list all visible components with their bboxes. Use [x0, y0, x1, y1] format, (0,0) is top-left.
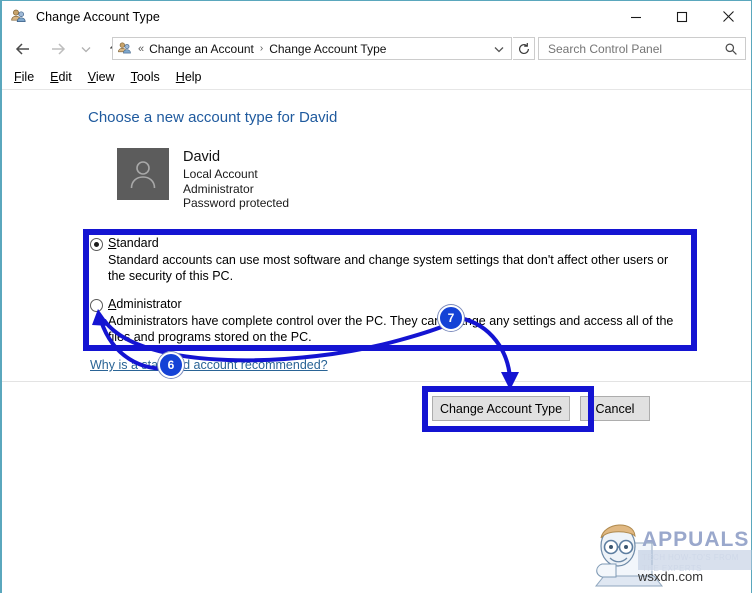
- change-account-type-button[interactable]: Change Account Type: [432, 396, 570, 421]
- forward-arrow-icon: [46, 37, 70, 61]
- standard-label-rest: tandard: [116, 236, 159, 250]
- user-summary: David Local Account Administrator Passwo…: [117, 148, 289, 211]
- menu-item-edit[interactable]: Edit: [42, 66, 80, 88]
- navigation-bar: « Change an Account › Change Account Typ…: [2, 32, 751, 65]
- close-button[interactable]: [705, 1, 751, 32]
- refresh-icon[interactable]: [513, 37, 535, 60]
- user-account-role: Administrator: [183, 181, 254, 196]
- menu-edit-rest: dit: [58, 70, 72, 84]
- menu-item-file[interactable]: File: [6, 66, 42, 88]
- breadcrumb-item-change-account-type[interactable]: Change Account Type: [269, 42, 386, 56]
- menu-edit-accesskey: E: [50, 70, 59, 84]
- title-bar: Change Account Type: [2, 1, 751, 32]
- menu-file-accesskey: F: [14, 70, 22, 84]
- menu-help-rest: elp: [184, 70, 202, 84]
- administrator-label: Administrator: [108, 297, 182, 312]
- cancel-button[interactable]: Cancel: [580, 396, 650, 421]
- search-box[interactable]: [538, 37, 746, 60]
- footer-divider: [2, 381, 751, 382]
- option-standard[interactable]: Standard Standard accounts can use most …: [90, 236, 688, 284]
- breadcrumb-separator[interactable]: ›: [260, 43, 263, 54]
- administrator-label-rest: dministrator: [116, 297, 182, 311]
- administrator-radio-button[interactable]: [90, 299, 103, 312]
- page-title: Choose a new account type for David: [88, 109, 338, 126]
- menu-view-accesskey: V: [87, 70, 96, 84]
- administrator-description: Administrators have complete control ove…: [108, 314, 674, 344]
- address-bar[interactable]: « Change an Account › Change Account Typ…: [112, 37, 512, 60]
- user-account-kind: Local Account: [183, 167, 258, 181]
- menu-view-rest: iew: [95, 70, 115, 84]
- window-title: Change Account Type: [36, 9, 160, 24]
- option-administrator[interactable]: Administrator Administrators have comple…: [90, 297, 688, 345]
- user-name: David: [183, 149, 221, 165]
- account-type-options: Standard Standard accounts can use most …: [90, 236, 688, 345]
- user-details: David Local Account Administrator Passwo…: [183, 148, 289, 211]
- change-account-type-window: Change Account Type « Change an Account …: [0, 0, 752, 593]
- window-icon: [10, 8, 28, 26]
- standard-label: Standard: [108, 236, 159, 251]
- breadcrumb-accounts-icon: [117, 41, 133, 57]
- menu-bar: File Edit View Tools Help: [2, 65, 751, 90]
- back-arrow-icon[interactable]: [11, 37, 35, 61]
- user-password-status: Password protected: [183, 196, 290, 210]
- menu-help-accesskey: H: [175, 70, 185, 84]
- maximize-button[interactable]: [659, 1, 705, 32]
- menu-item-view[interactable]: View: [80, 66, 123, 88]
- recent-pages-chevron-icon[interactable]: [78, 37, 94, 61]
- minimize-button[interactable]: [613, 1, 659, 32]
- menu-tools-rest: ools: [136, 70, 160, 84]
- standard-description: Standard accounts can use most software …: [108, 253, 669, 283]
- menu-item-help[interactable]: Help: [168, 66, 210, 88]
- search-input[interactable]: [546, 40, 715, 57]
- breadcrumb-item-change-an-account[interactable]: Change an Account: [149, 42, 254, 56]
- user-avatar-icon: [117, 148, 169, 200]
- breadcrumb-overflow[interactable]: «: [138, 43, 144, 55]
- chevron-down-icon[interactable]: [487, 38, 511, 59]
- menu-file-rest: ile: [21, 70, 35, 84]
- search-icon[interactable]: [724, 42, 738, 56]
- why-standard-recommended-link[interactable]: Why is a standard account recommended?: [90, 358, 328, 372]
- menu-item-tools[interactable]: Tools: [123, 66, 168, 88]
- dialog-button-row: Change Account Type Cancel: [432, 396, 650, 421]
- standard-radio-button[interactable]: [90, 238, 103, 251]
- caption-button-group: [613, 1, 751, 32]
- content-area: Choose a new account type for David Davi…: [2, 90, 751, 593]
